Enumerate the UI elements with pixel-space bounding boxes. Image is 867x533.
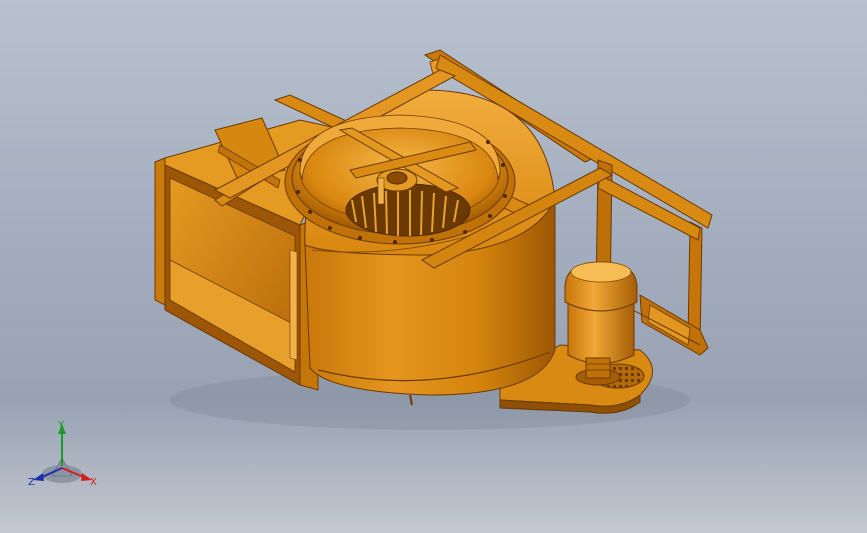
- y-axis-label: Y: [58, 420, 65, 431]
- 3d-viewport[interactable]: Y X Z: [0, 0, 867, 533]
- z-axis-label: Z: [28, 477, 35, 488]
- x-axis-label: X: [90, 477, 97, 488]
- fan-model[interactable]: [0, 0, 867, 533]
- inlet-ring[interactable]: [284, 114, 516, 245]
